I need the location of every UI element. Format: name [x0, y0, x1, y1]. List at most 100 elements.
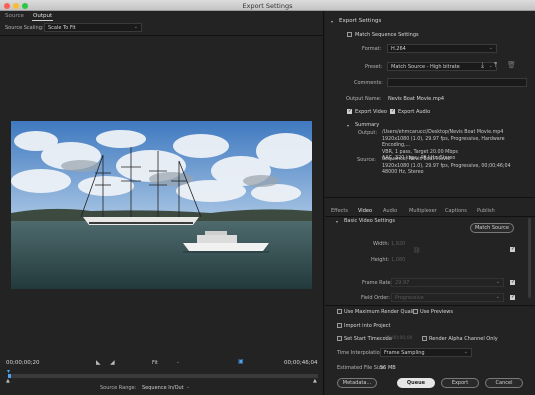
tab-publish[interactable]: Publish [477, 208, 495, 214]
metadata-button[interactable]: Metadata... [337, 378, 377, 388]
field-order-value: Progressive [395, 295, 424, 301]
field-order-label: Field Order: [361, 295, 390, 301]
zoom-value: Fit [152, 360, 158, 366]
duration-timecode: 00;00;46;04 [284, 360, 318, 366]
collapse-arrow-icon[interactable]: ▾ [336, 219, 338, 224]
format-select[interactable]: H.264 ⌄ [387, 44, 497, 53]
max-render-quality-checkbox[interactable] [337, 309, 342, 314]
source-range-value: Sequence In/Out [142, 385, 184, 391]
source-range-label: Source Range: [100, 385, 137, 391]
export-settings-panel: ▾ Export Settings Match Sequence Setting… [325, 11, 535, 395]
export-settings-header: Export Settings [339, 18, 382, 24]
collapse-arrow-icon[interactable]: ▾ [331, 19, 333, 24]
queue-button[interactable]: Queue [397, 378, 435, 388]
source-scaling-label: Source Scaling: [5, 25, 44, 31]
output-name-link[interactable]: Nevis Boat Movie.mp4 [388, 96, 444, 102]
tab-effects[interactable]: Effects [331, 208, 348, 214]
export-audio-label: Export Audio [398, 109, 431, 115]
divider [325, 305, 535, 306]
out-point-handle-icon[interactable]: ▲ [313, 378, 317, 384]
tab-video[interactable]: Video [358, 208, 373, 217]
preset-label: Preset: [365, 64, 383, 70]
basic-video-header: Basic Video Settings [344, 218, 395, 224]
export-button[interactable]: Export [441, 378, 479, 388]
playhead-icon[interactable]: ▾ [7, 368, 10, 375]
summary-output-label: Output: [358, 130, 378, 136]
summary-output-line: 1920x1080 (1.0), 29.97 fps, Progressive,… [382, 136, 505, 149]
frame-rate-label: Frame Rate: [362, 280, 393, 286]
collapse-arrow-icon[interactable]: ▾ [347, 123, 349, 128]
zoom-select[interactable]: Fit ⌄ [148, 358, 184, 366]
override-frame-rate-checkbox[interactable] [510, 279, 515, 285]
frame-rate-value: 29.97 [395, 280, 410, 286]
import-preset-icon[interactable]: ⤒ [494, 61, 497, 70]
mark-in-icon[interactable]: ◣ [96, 359, 101, 366]
render-alpha-checkbox[interactable] [422, 336, 427, 341]
frame-rate-select[interactable]: 29.97 ⌄ [391, 278, 504, 287]
override-dimensions-checkbox[interactable] [510, 246, 515, 252]
cancel-button[interactable]: Cancel [485, 378, 523, 388]
use-previews-checkbox[interactable] [413, 309, 418, 314]
save-preset-icon[interactable]: ⤓ [481, 61, 484, 70]
render-alpha-label: Render Alpha Channel Only [429, 336, 498, 342]
chevron-down-icon: ⌄ [488, 45, 493, 51]
source-range-select[interactable]: Sequence In/Out ⌄ [138, 383, 194, 392]
delete-preset-icon[interactable]: 🗑 [507, 61, 516, 69]
chevron-down-icon: ⌄ [133, 24, 138, 30]
set-start-timecode-checkbox[interactable] [337, 336, 342, 341]
tab-multiplexer[interactable]: Multiplexer [409, 208, 437, 214]
source-scaling-select[interactable]: Scale To Fit ⌄ [44, 23, 142, 32]
divider [325, 197, 535, 198]
chevron-down-icon: ⌄ [185, 384, 190, 390]
summary-source-label: Source: [357, 157, 376, 163]
match-sequence-checkbox[interactable] [347, 32, 352, 37]
tab-source[interactable]: Source [5, 13, 24, 19]
file-size-value: 56 MB [380, 365, 396, 371]
title-bar: Export Settings [0, 0, 535, 11]
safe-margins-icon[interactable]: ▣ [238, 358, 244, 365]
tab-captions[interactable]: Captions [445, 208, 467, 214]
source-scaling-value: Scale To Fit [48, 25, 76, 31]
width-label: Width: [373, 241, 390, 247]
import-into-project-checkbox[interactable] [337, 323, 342, 328]
link-dimensions-icon[interactable]: ⛓ [413, 247, 421, 254]
chevron-down-icon: ⌄ [488, 63, 493, 69]
match-sequence-label: Match Sequence Settings [355, 32, 419, 38]
height-label: Height: [371, 257, 390, 263]
use-previews-label: Use Previews [420, 309, 453, 315]
summary-source-line: 48000 Hz, Stereo [382, 170, 424, 175]
export-audio-checkbox[interactable] [390, 108, 395, 114]
preview-panel: Source Output Source Scaling: Scale To F… [0, 11, 324, 395]
tab-audio[interactable]: Audio [383, 208, 397, 214]
chevron-down-icon: ⌄ [463, 349, 468, 355]
width-value[interactable]: 1,920 [391, 241, 405, 247]
current-timecode[interactable]: 00;00;00;20 [6, 360, 40, 366]
summary-source-details: Sequence, Nevis Boat Movie 1920x1080 (1.… [382, 157, 532, 177]
chevron-down-icon: ⌄ [495, 294, 500, 300]
mark-out-icon[interactable]: ◢ [110, 359, 115, 366]
match-source-button[interactable]: Match Source [470, 223, 514, 233]
format-value: H.264 [391, 46, 406, 52]
time-interpolation-select[interactable]: Frame Sampling ⌄ [380, 348, 472, 357]
file-size-label: Estimated File Size: [337, 365, 386, 371]
comments-input[interactable] [387, 78, 527, 87]
timeline-track[interactable] [8, 374, 318, 378]
divider [0, 35, 324, 36]
field-order-select[interactable]: Progressive ⌄ [391, 293, 504, 302]
window-title: Export Settings [242, 1, 293, 10]
start-timecode-value[interactable]: 00;00;00;00 [385, 336, 412, 341]
chevron-down-icon: ⌄ [175, 359, 180, 365]
video-preview [11, 121, 312, 289]
preset-value: Match Source - High bitrate [391, 64, 460, 70]
max-render-quality-label: Use Maximum Render Quality [344, 309, 419, 315]
time-interpolation-label: Time Interpolation: [337, 350, 385, 356]
export-video-checkbox[interactable] [347, 108, 352, 114]
import-into-project-label: Import into Project [344, 323, 391, 329]
settings-scrollbar[interactable] [528, 218, 531, 298]
divider [325, 216, 535, 217]
in-point-handle-icon[interactable]: ▲ [6, 378, 10, 384]
chevron-down-icon: ⌄ [495, 279, 500, 285]
override-field-order-checkbox[interactable] [510, 294, 515, 300]
tab-output[interactable]: Output [31, 13, 54, 21]
height-value[interactable]: 1,080 [391, 257, 405, 263]
